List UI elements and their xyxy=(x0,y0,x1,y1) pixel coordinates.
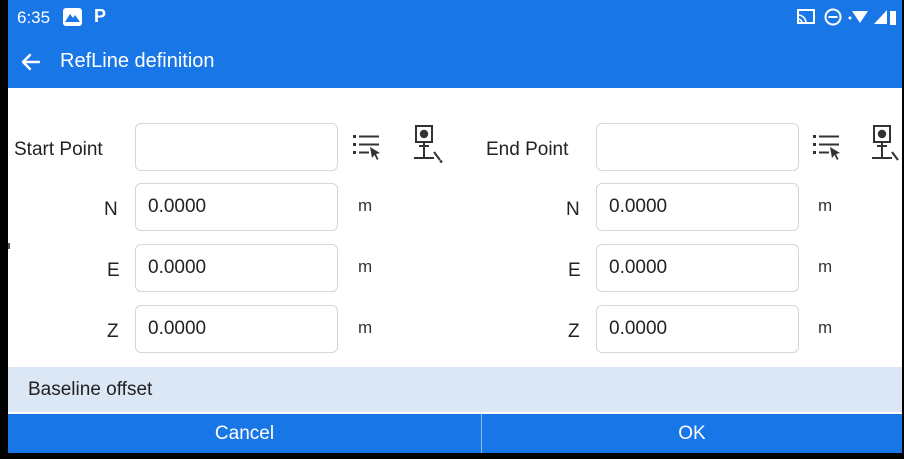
start-z-unit: m xyxy=(358,318,373,337)
cast-icon xyxy=(797,9,815,24)
start-z-input[interactable] xyxy=(135,305,338,353)
screen-border-bottom xyxy=(0,453,904,459)
start-point-label: Start Point xyxy=(14,139,103,160)
point-list-icon xyxy=(813,135,840,160)
battery-icon xyxy=(890,11,896,25)
baseline-offset-label: Baseline offset xyxy=(28,379,153,400)
end-z-label: Z xyxy=(568,321,580,342)
app-bar: RefLine definition xyxy=(8,36,902,88)
signal-icon xyxy=(874,10,887,24)
end-n-label: N xyxy=(566,199,580,220)
survey-station-icon xyxy=(414,125,443,163)
end-e-unit: m xyxy=(818,257,833,276)
start-e-label: E xyxy=(107,260,120,281)
end-point-input[interactable] xyxy=(596,123,799,171)
end-survey-point-button[interactable] xyxy=(868,124,900,161)
status-time: 6:35 xyxy=(17,8,51,27)
parking-icon: P xyxy=(94,6,107,26)
end-e-label: E xyxy=(568,260,581,281)
end-z-input[interactable] xyxy=(596,305,799,353)
page-title: RefLine definition xyxy=(60,50,215,72)
end-n-input[interactable] xyxy=(596,183,799,231)
end-e-input[interactable] xyxy=(596,244,799,292)
system-status-icons xyxy=(796,8,896,28)
start-n-unit: m xyxy=(358,196,373,215)
start-n-input[interactable] xyxy=(135,183,338,231)
dnd-icon xyxy=(824,8,842,26)
end-n-unit: m xyxy=(818,196,833,215)
arrow-left-icon xyxy=(21,53,41,71)
start-e-input[interactable] xyxy=(135,244,338,292)
bottom-action-bar: Cancel OK xyxy=(8,414,902,453)
end-z-unit: m xyxy=(818,318,833,337)
start-z-label: Z xyxy=(107,321,119,342)
survey-station-icon xyxy=(872,125,899,161)
start-e-unit: m xyxy=(358,257,373,276)
start-point-list-button[interactable] xyxy=(351,131,383,167)
screen-border-left xyxy=(0,0,8,459)
end-point-list-button[interactable] xyxy=(811,131,843,167)
baseline-offset-section[interactable]: Baseline offset xyxy=(8,367,902,412)
back-button[interactable] xyxy=(18,49,44,75)
edge-marker xyxy=(8,243,10,249)
end-point-label: End Point xyxy=(486,139,569,160)
status-bar: 6:35 P xyxy=(8,0,902,36)
wifi-icon xyxy=(848,11,868,23)
ok-button[interactable]: OK xyxy=(482,414,902,453)
start-point-input[interactable] xyxy=(135,123,338,171)
cancel-button[interactable]: Cancel xyxy=(8,414,481,453)
gallery-icon xyxy=(63,8,82,26)
start-survey-point-button[interactable] xyxy=(410,124,443,163)
start-n-label: N xyxy=(104,199,118,220)
point-list-icon xyxy=(353,135,380,160)
